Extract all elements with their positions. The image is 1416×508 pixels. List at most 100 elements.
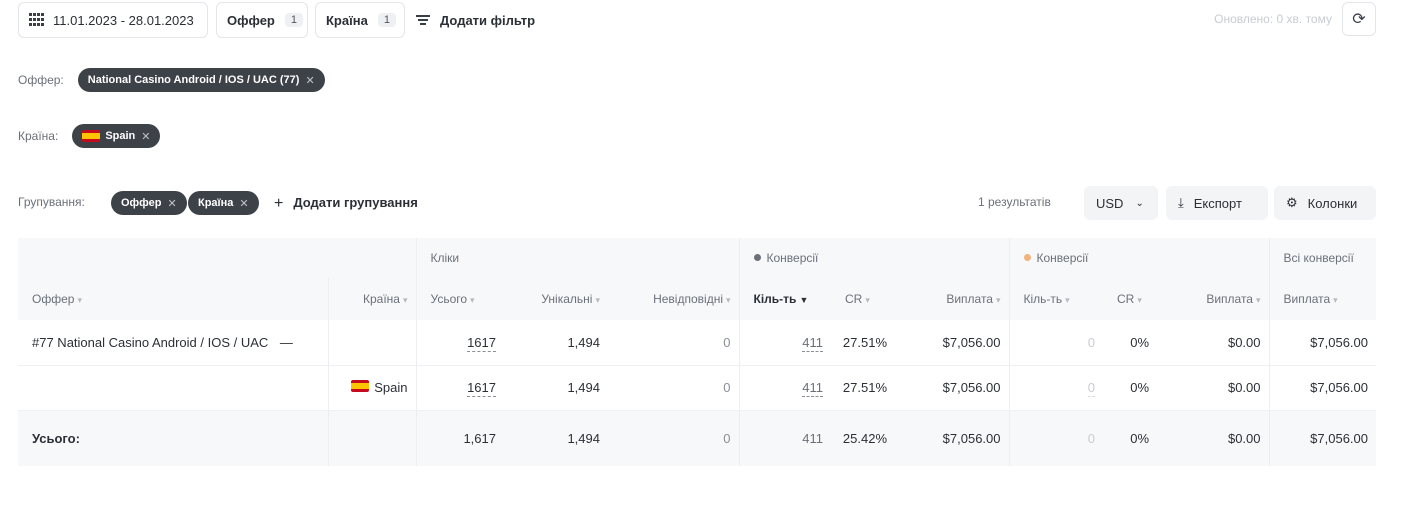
close-icon[interactable]: ✕ — [239, 197, 248, 210]
group-chip-offer[interactable]: Оффер ✕ — [111, 191, 187, 215]
date-range-label: 11.01.2023 - 28.01.2023 — [53, 12, 194, 28]
header-conv2-cr[interactable]: CR ▾ — [1103, 278, 1158, 320]
header-conv1-payout-label: Виплата — [946, 292, 993, 306]
refresh-button[interactable]: ⟳ — [1342, 2, 1376, 36]
conv2-count-cell[interactable]: 0 — [1008, 365, 1104, 411]
sort-icon: ▾ — [77, 295, 82, 305]
header-conv2-payout[interactable]: Виплата ▾ — [1157, 278, 1270, 320]
header-country-label: Країна — [362, 292, 400, 306]
header-conv2-count[interactable]: Кіль-ть ▾ — [1008, 278, 1104, 320]
calendar-icon — [29, 13, 45, 27]
offer-filter-row: Оффер: National Casino Android / IOS / U… — [18, 67, 325, 93]
sort-icon: ▾ — [402, 295, 408, 305]
group-all-conversions: Всі конверсії — [1268, 238, 1377, 278]
conv1-count-cell[interactable]: 411 — [738, 320, 832, 366]
header-offer-label: Оффер — [32, 292, 75, 306]
group-chip-label: Оффер — [121, 197, 162, 209]
conv2-count-link[interactable]: 0 — [1087, 380, 1096, 397]
header-conv1-count-label: Кіль-ть — [753, 292, 797, 306]
columns-button[interactable]: ⚙ Колонки — [1274, 186, 1376, 220]
offer-filter-chip[interactable]: National Casino Android / IOS / UAC (77)… — [77, 68, 325, 92]
header-clicks-unique-label: Унікальні — [541, 292, 593, 306]
header-conv1-cr[interactable]: CR ▾ — [831, 278, 896, 320]
header-clicks-total-label: Усього — [430, 292, 468, 306]
stats-table: Кліки Конверсії Конверсії Всі конверсії … — [18, 238, 1377, 466]
conv1-count-cell[interactable]: 411 — [738, 365, 832, 411]
download-icon: ⤓ — [1178, 195, 1184, 210]
group-chip-country[interactable]: Країна ✕ — [188, 191, 259, 215]
group-conversions-1: Конверсії — [738, 238, 1010, 278]
sort-icon: ▾ — [1065, 295, 1070, 305]
group-conversions-2-label: Конверсії — [1036, 251, 1089, 265]
clicks-unique-cell: 1,494 — [504, 320, 608, 366]
header-clicks-total[interactable]: Усього ▾ — [415, 278, 504, 320]
currency-select[interactable]: USD ⌄ — [1084, 186, 1158, 220]
close-icon[interactable]: ✕ — [305, 74, 314, 87]
add-grouping-label: Додати групування — [293, 195, 418, 210]
add-filter-button[interactable]: Додати фільтр — [416, 2, 535, 38]
header-conv1-payout[interactable]: Виплата ▾ — [895, 278, 1010, 320]
offer-filter-label: Оффер — [227, 12, 275, 28]
clicks-total-cell[interactable]: 1617 — [415, 365, 504, 411]
country-filter-button[interactable]: Країна 1 — [315, 2, 405, 38]
group-conversions-2: Конверсії — [1008, 238, 1270, 278]
sort-desc-icon: ▼ — [799, 295, 809, 305]
conv1-count-link[interactable]: 411 — [802, 334, 824, 352]
totals-clicks-unanswered: 0 — [608, 410, 740, 466]
offer-filter-count: 1 — [284, 13, 303, 27]
close-icon[interactable]: ✕ — [168, 197, 177, 210]
country-filter-row: Країна: Spain ✕ — [18, 123, 161, 149]
grouping-label: Групування: — [18, 195, 85, 209]
spain-flag-icon — [82, 130, 101, 142]
sort-icon: ▾ — [595, 295, 600, 305]
offer-filter-button[interactable]: Оффер 1 — [216, 2, 308, 38]
clicks-total-link[interactable]: 1617 — [467, 334, 496, 352]
totals-conv1-count: 411 — [738, 410, 832, 466]
columns-label: Колонки — [1307, 195, 1358, 211]
country-filter-chip[interactable]: Spain ✕ — [72, 124, 161, 148]
conv1-count-link[interactable]: 411 — [802, 380, 824, 397]
header-country[interactable]: Країна ▾ — [327, 278, 416, 320]
totals-clicks-unique: 1,494 — [504, 410, 608, 466]
export-button[interactable]: ⤓ Експорт — [1166, 186, 1268, 220]
conv1-cr-cell: 27.51% — [831, 365, 896, 411]
conv2-cr-cell: 0% — [1103, 365, 1158, 411]
totals-clicks-total: 1,617 — [415, 410, 504, 466]
header-clicks-unique[interactable]: Унікальні ▾ — [504, 278, 608, 320]
clicks-unanswered-cell: 0 — [608, 320, 740, 366]
header-offer[interactable]: Оффер ▾ — [18, 278, 328, 320]
totals-all-payout: $7,056.00 — [1268, 410, 1377, 466]
sort-icon: ▾ — [1137, 295, 1142, 305]
totals-conv2-cr: 0% — [1103, 410, 1158, 466]
country-filter-chip-label: Spain — [105, 130, 136, 142]
date-range-button[interactable]: 11.01.2023 - 28.01.2023 — [18, 2, 208, 38]
results-count: 1 результатів — [978, 195, 1051, 209]
country-filter-count: 1 — [377, 13, 396, 27]
conv2-cr-cell: 0% — [1103, 320, 1158, 366]
table-row: #77 National Casino Android / IOS / UAC … — [18, 320, 1377, 366]
conv1-cr-cell: 27.51% — [831, 320, 896, 366]
all-payout-cell: $7,056.00 — [1268, 365, 1377, 411]
totals-conv2-payout: $0.00 — [1157, 410, 1270, 466]
conv2-count-cell: 0 — [1008, 320, 1104, 366]
add-filter-label: Додати фільтр — [440, 12, 536, 28]
collapse-toggle[interactable]: — — [280, 335, 293, 350]
add-grouping-button[interactable]: + Додати групування — [274, 194, 418, 212]
group-clicks: Кліки — [415, 238, 740, 278]
close-icon[interactable]: ✕ — [141, 130, 150, 143]
header-conv1-count[interactable]: Кіль-ть ▼ — [738, 278, 832, 320]
column-header-row: Оффер ▾ Країна ▾ Усього ▾ Унікальні ▾ Невідп… — [18, 278, 1377, 320]
clicks-total-link[interactable]: 1617 — [467, 380, 496, 397]
header-conv2-count-label: Кіль-ть — [1023, 292, 1063, 306]
export-label: Експорт — [1193, 195, 1242, 211]
country-filter-label: Країна — [326, 12, 368, 28]
gear-icon: ⚙ — [1286, 195, 1298, 210]
header-all-payout[interactable]: Виплата ▾ — [1268, 278, 1377, 320]
offer-name: #77 National Casino Android / IOS / UAC — [32, 334, 269, 350]
sort-icon: ▾ — [1333, 295, 1338, 305]
country-cell: Spain — [327, 365, 416, 411]
totals-conv1-cr: 25.42% — [831, 410, 896, 466]
clicks-total-cell[interactable]: 1617 — [415, 320, 504, 366]
spain-flag-icon — [351, 380, 370, 392]
header-clicks-unanswered[interactable]: Невідповідні ▾ — [608, 278, 740, 320]
